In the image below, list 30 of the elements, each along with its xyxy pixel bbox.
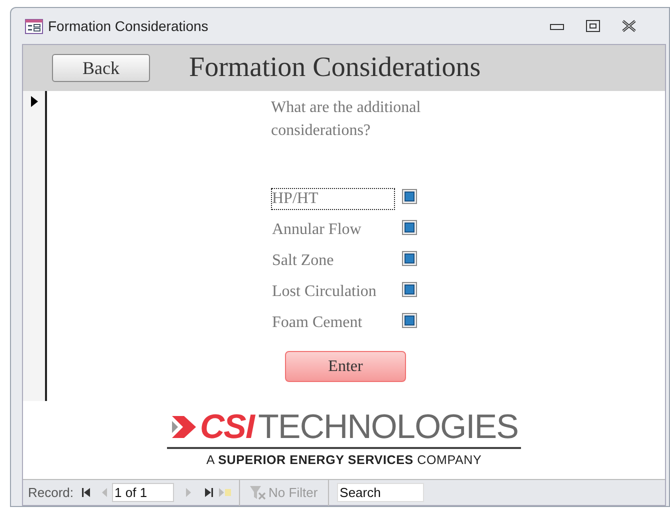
minimize-icon[interactable] bbox=[550, 22, 564, 30]
option-label: Foam Cement bbox=[271, 313, 364, 333]
enter-button[interactable]: Enter bbox=[285, 351, 406, 382]
logo-tagline: A SUPERIOR ENERGY SERVICES COMPANY bbox=[206, 452, 482, 470]
record-selector[interactable] bbox=[23, 91, 47, 401]
form-title: Formation Considerations bbox=[189, 51, 481, 85]
logo-brand-text: CSI bbox=[200, 410, 254, 444]
checkbox[interactable] bbox=[402, 312, 417, 328]
logo-name-text: TECHNOLOGIES bbox=[258, 410, 518, 444]
checkbox[interactable] bbox=[402, 188, 417, 204]
option-label: Salt Zone bbox=[271, 251, 335, 271]
restore-icon[interactable] bbox=[586, 20, 600, 32]
back-button[interactable]: Back bbox=[52, 54, 150, 82]
question-text: What are the additional considerations? bbox=[271, 98, 422, 141]
search-field[interactable]: Search bbox=[336, 483, 424, 502]
window-title: Formation Considerations bbox=[48, 16, 208, 36]
current-record-icon bbox=[30, 96, 38, 107]
option-label: HP/HT bbox=[271, 188, 395, 210]
last-record-icon[interactable] bbox=[204, 488, 213, 497]
option-label: Annular Flow bbox=[271, 220, 362, 240]
option-label: Lost Circulation bbox=[271, 282, 378, 302]
checkbox[interactable] bbox=[402, 220, 417, 234]
close-icon[interactable] bbox=[622, 20, 636, 32]
record-position-field[interactable]: 1 of 1 bbox=[112, 483, 174, 502]
checkbox[interactable] bbox=[402, 250, 417, 266]
checkbox[interactable] bbox=[402, 282, 417, 296]
form-icon bbox=[25, 18, 43, 34]
first-record-icon[interactable] bbox=[82, 488, 90, 497]
filter-icon bbox=[250, 486, 266, 500]
record-label: Record: bbox=[28, 484, 74, 502]
